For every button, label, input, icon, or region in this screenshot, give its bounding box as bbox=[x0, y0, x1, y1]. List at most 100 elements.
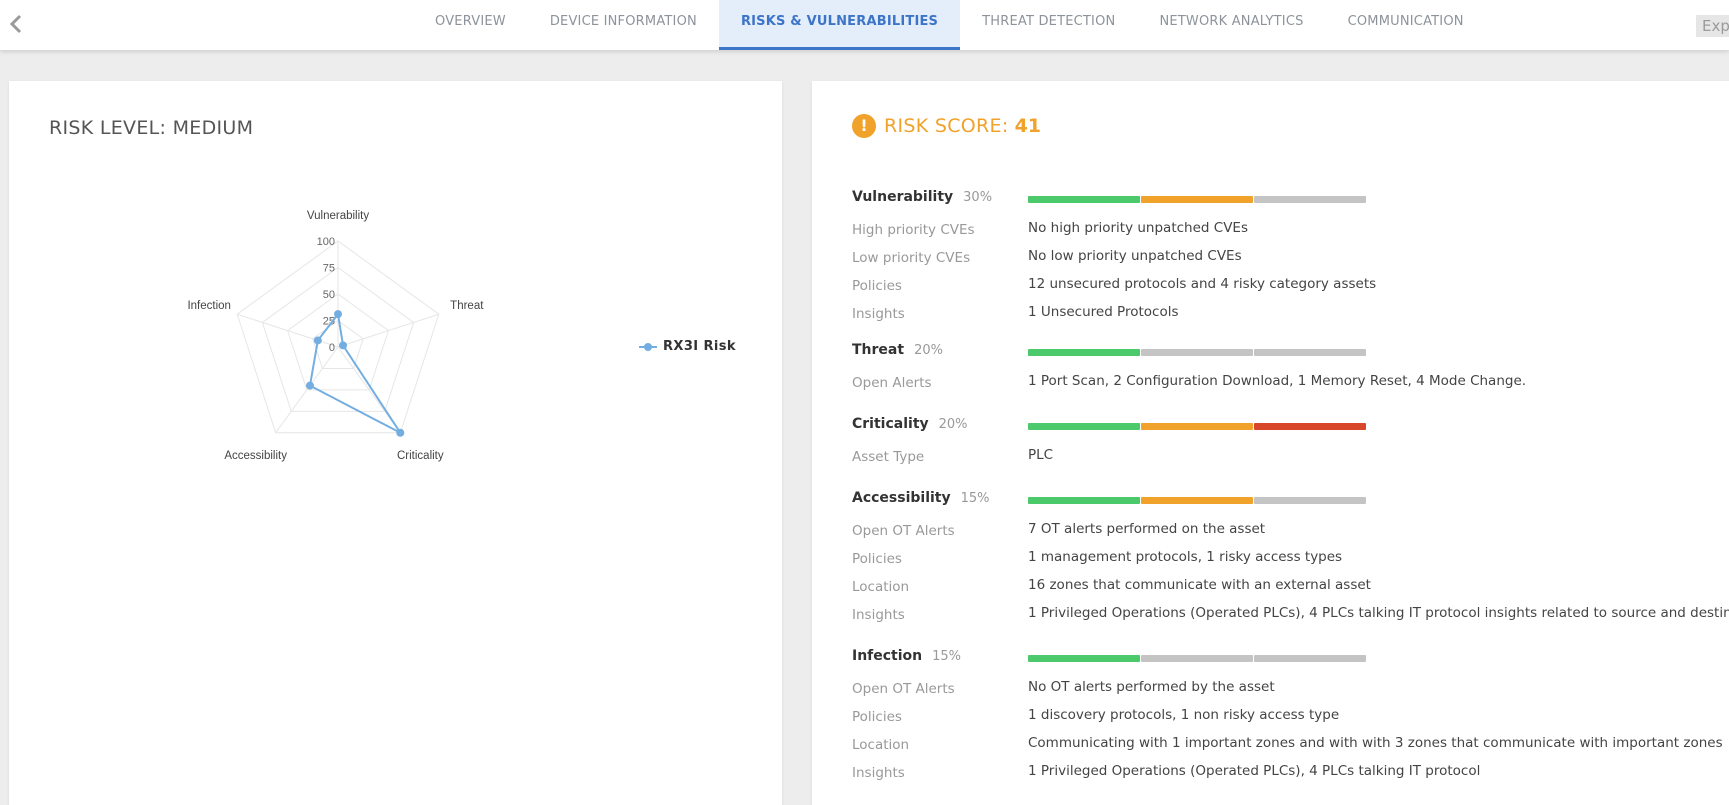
row-value: 1 Privileged Operations (Operated PLCs),… bbox=[1028, 763, 1481, 779]
section-name: Threat bbox=[852, 342, 905, 358]
chevron-left-icon bbox=[9, 14, 22, 34]
risk-score-label: RISK SCORE: bbox=[884, 115, 1009, 137]
data-point-threat[interactable] bbox=[339, 341, 348, 350]
row-label: Insights bbox=[852, 607, 905, 623]
tick-label: 50 bbox=[323, 289, 335, 301]
row-value: 1 Privileged Operations (Operated PLCs),… bbox=[1028, 605, 1729, 621]
axis-label-infection: Infection bbox=[187, 300, 230, 312]
score-bar-segment bbox=[1028, 423, 1140, 430]
section-name: Accessibility bbox=[852, 490, 951, 506]
axis-label-vulnerability: Vulnerability bbox=[307, 210, 369, 222]
tab-communication[interactable]: COMMUNICATION bbox=[1326, 0, 1486, 50]
score-bar-segment bbox=[1254, 423, 1366, 430]
row-value: 1 management protocols, 1 risky access t… bbox=[1028, 549, 1343, 565]
section-score-bar bbox=[1028, 196, 1367, 203]
section-score-bar bbox=[1028, 349, 1367, 356]
row-value: 1 Unsecured Protocols bbox=[1028, 304, 1179, 320]
row-value: PLC bbox=[1028, 447, 1054, 463]
row-label: Location bbox=[852, 737, 910, 753]
section-title-criticality: Criticality 20% bbox=[852, 416, 968, 432]
row-value: 1 Port Scan, 2 Configuration Download, 1… bbox=[1028, 373, 1527, 389]
row-value: Communicating with 1 important zones and… bbox=[1028, 735, 1723, 751]
data-point-criticality[interactable] bbox=[396, 428, 405, 437]
export-button[interactable]: Exp bbox=[1696, 15, 1729, 37]
section-name: Vulnerability bbox=[852, 189, 954, 205]
section-title-threat: Threat 20% bbox=[852, 342, 943, 358]
section-title-accessibility: Accessibility 15% bbox=[852, 490, 990, 506]
row-label: Asset Type bbox=[852, 449, 925, 465]
row-label: Policies bbox=[852, 709, 902, 725]
score-bar-segment bbox=[1141, 497, 1253, 504]
risk-level-panel: RISK LEVEL: MEDIUM 100 75 50 25 0 Vulnerabili… bbox=[9, 81, 782, 805]
risk-score-panel: ! RISK SCORE: 41 Vulnerability 30% High pr… bbox=[812, 81, 1729, 805]
warning-icon: ! bbox=[852, 114, 876, 138]
score-bar-segment bbox=[1028, 196, 1140, 203]
score-bar-segment bbox=[1254, 655, 1366, 662]
row-value: No low priority unpatched CVEs bbox=[1028, 248, 1242, 264]
section-weight: 20% bbox=[914, 343, 943, 358]
row-value: 7 OT alerts performed on the asset bbox=[1028, 521, 1266, 537]
score-bar-segment bbox=[1141, 423, 1253, 430]
tab-overview[interactable]: OVERVIEW bbox=[413, 0, 528, 50]
section-weight: 15% bbox=[932, 649, 962, 664]
row-label: Policies bbox=[852, 551, 902, 567]
row-label: Open OT Alerts bbox=[852, 523, 955, 539]
data-point-vulnerability[interactable] bbox=[334, 310, 342, 319]
row-label: Low priority CVEs bbox=[852, 250, 971, 266]
row-value: 12 unsecured protocols and 4 risky categ… bbox=[1028, 276, 1377, 292]
score-bar-segment bbox=[1028, 497, 1140, 504]
section-weight: 30% bbox=[963, 190, 993, 205]
tab-device-information[interactable]: DEVICE INFORMATION bbox=[528, 0, 719, 50]
grid-spoke bbox=[337, 313, 439, 348]
score-bar-segment bbox=[1254, 497, 1366, 504]
row-label: Open OT Alerts bbox=[852, 681, 955, 697]
section-score-bar bbox=[1028, 655, 1367, 662]
row-value: 1 discovery protocols, 1 non risky acces… bbox=[1028, 707, 1340, 723]
risk-score-value: 41 bbox=[1014, 115, 1042, 137]
tab-threat-detection[interactable]: THREAT DETECTION bbox=[960, 0, 1137, 50]
tick-label: 100 bbox=[317, 236, 335, 248]
tab-bar: OVERVIEW DEVICE INFORMATION RISKS & VULN… bbox=[413, 0, 1486, 50]
top-nav-bar: OVERVIEW DEVICE INFORMATION RISKS & VULN… bbox=[0, 0, 1729, 50]
section-name: Criticality bbox=[852, 416, 929, 432]
row-label: Insights bbox=[852, 306, 905, 322]
axis-label-threat: Threat bbox=[450, 300, 484, 312]
row-label: Insights bbox=[852, 765, 905, 781]
score-bar-segment bbox=[1141, 349, 1253, 356]
series-line-0 bbox=[308, 311, 404, 436]
tab-network-analytics[interactable]: NETWORK ANALYTICS bbox=[1137, 0, 1325, 50]
row-label: Location bbox=[852, 579, 910, 595]
row-value: 16 zones that communicate with an extern… bbox=[1028, 577, 1371, 593]
section-score-bar bbox=[1028, 423, 1367, 430]
legend-label: RX3I Risk bbox=[663, 339, 736, 354]
row-value: No high priority unpatched CVEs bbox=[1028, 220, 1248, 236]
row-label: Policies bbox=[852, 278, 902, 294]
row-label: High priority CVEs bbox=[852, 222, 975, 238]
row-label: Open Alerts bbox=[852, 375, 932, 391]
section-title-infection: Infection 15% bbox=[852, 648, 961, 664]
legend-swatch bbox=[639, 342, 657, 352]
score-bar-segment bbox=[1028, 655, 1140, 662]
section-name: Infection bbox=[852, 648, 923, 664]
axis-label-accessibility: Accessibility bbox=[224, 450, 287, 462]
data-point-accessibility[interactable] bbox=[305, 381, 314, 390]
row-value: No OT alerts performed by the asset bbox=[1028, 679, 1275, 695]
axis-label-criticality: Criticality bbox=[397, 450, 444, 462]
tick-label: 0 bbox=[329, 342, 335, 354]
score-bar-segment bbox=[1141, 196, 1253, 203]
section-score-bar bbox=[1028, 497, 1367, 504]
section-title-vulnerability: Vulnerability 30% bbox=[852, 189, 992, 205]
section-weight: 20% bbox=[938, 417, 968, 432]
chart-legend[interactable]: RX3I Risk bbox=[639, 339, 736, 354]
data-point-infection[interactable] bbox=[313, 336, 322, 345]
score-bar-segment bbox=[1141, 655, 1253, 662]
section-weight: 15% bbox=[960, 491, 990, 506]
score-bar-segment bbox=[1254, 196, 1366, 203]
score-bar-segment bbox=[1254, 349, 1366, 356]
back-button[interactable] bbox=[6, 12, 28, 36]
score-bar-segment bbox=[1028, 349, 1140, 356]
radar-chart: 1007550250VulnerabilityThreatCriticality… bbox=[187, 210, 484, 462]
tab-risks-vulnerabilities[interactable]: RISKS & VULNERABILITIES bbox=[718, 0, 961, 50]
tick-label: 75 bbox=[323, 263, 335, 275]
risk-score-header: ! RISK SCORE: 41 bbox=[852, 114, 1041, 138]
